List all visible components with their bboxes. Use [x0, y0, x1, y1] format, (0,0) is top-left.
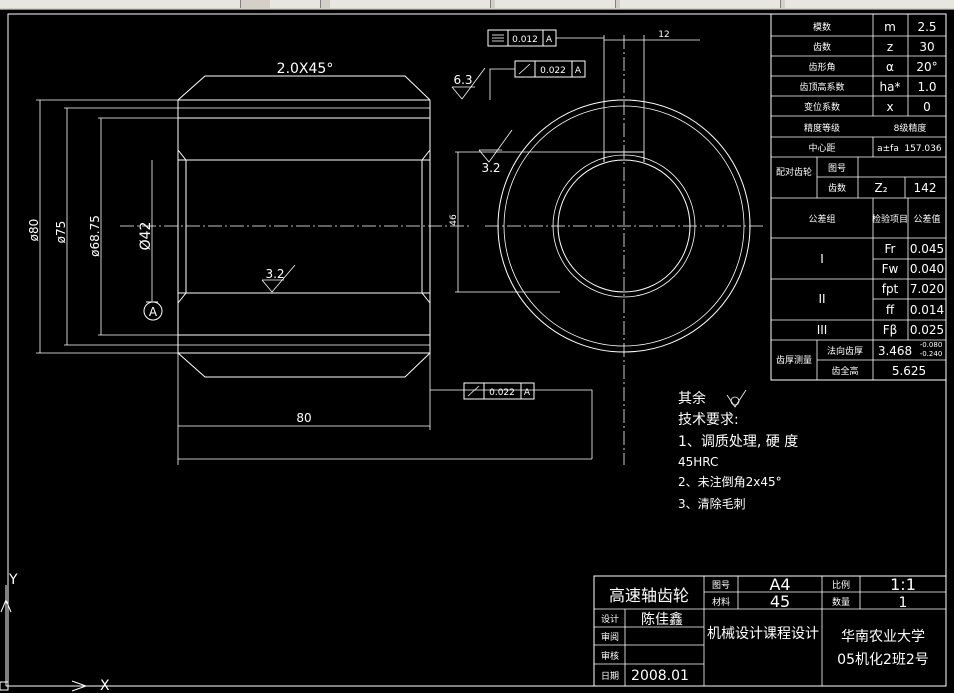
svg-text:审阅: 审阅 — [601, 631, 619, 643]
svg-text:比例: 比例 — [832, 579, 850, 591]
svg-text:设计: 设计 — [601, 613, 619, 625]
course-title: 机械设计课程设计 — [707, 626, 819, 642]
school-name: 华南农业大学 — [841, 629, 925, 645]
svg-text:图号: 图号 — [712, 580, 730, 591]
svg-text:材料: 材料 — [712, 596, 730, 608]
class-info: 05机化2班2号 — [837, 652, 929, 668]
svg-text:数量: 数量 — [832, 596, 850, 608]
material: 45 — [770, 592, 790, 611]
date: 2008.01 — [631, 668, 689, 684]
cad-drawing-canvas[interactable]: 2.0X45° ø80 ø75 ø68.75 Ø42 A 3.2 80 0.02… — [0, 0, 954, 693]
svg-text:日期: 日期 — [601, 671, 619, 682]
part-name: 高速轴齿轮 — [609, 586, 689, 605]
designer: 陈佳鑫 — [641, 611, 683, 628]
scale: 1:1 — [890, 575, 916, 594]
svg-text:审核: 审核 — [601, 650, 619, 662]
title-block: 高速轴齿轮 图号 A4 材料 45 比例 1:1 数量 1 设计 陈佳鑫 审阅 … — [593, 575, 947, 687]
quantity: 1 — [899, 595, 908, 611]
